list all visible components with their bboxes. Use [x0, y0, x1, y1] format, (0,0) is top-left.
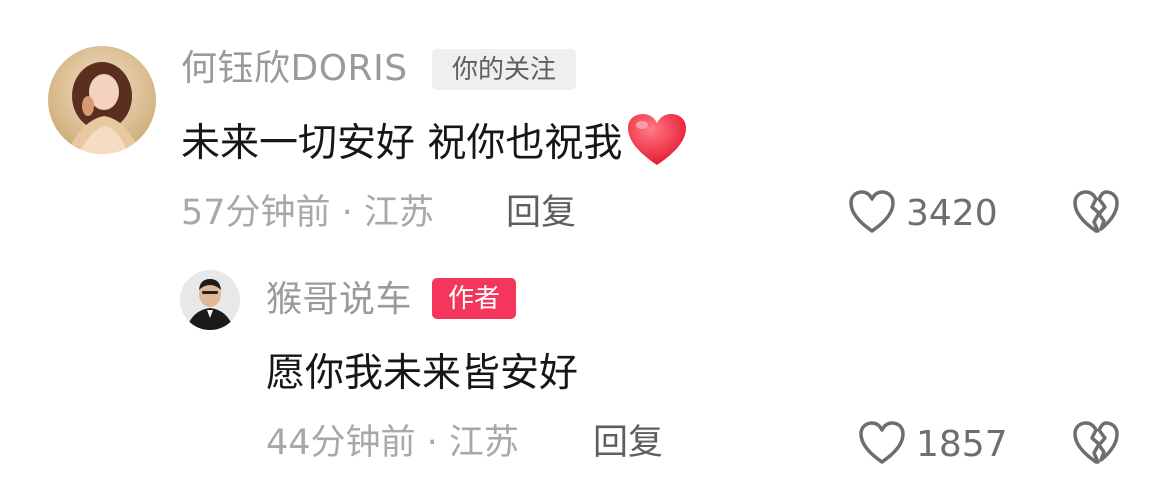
like-count: 1857 [916, 424, 1008, 465]
author-tag: 作者 [432, 278, 516, 319]
timestamp-location: 44分钟前 · 江苏 [266, 423, 519, 463]
red-heart-emoji-icon [626, 113, 688, 174]
like-button[interactable]: 1857 [858, 421, 1008, 469]
reply-button[interactable]: 回复 [506, 196, 576, 231]
heart-outline-icon [848, 190, 896, 238]
dislike-button[interactable] [1072, 190, 1120, 238]
following-tag: 你的关注 [432, 49, 576, 90]
broken-heart-icon [1072, 421, 1120, 469]
timestamp-location: 57分钟前 · 江苏 [181, 193, 434, 233]
comment-text-content: 愿你我未来皆安好 [266, 350, 579, 396]
avatar[interactable] [48, 46, 156, 154]
comment-text: 未来一切安好 祝你也祝我 [181, 113, 688, 168]
like-count: 3420 [906, 193, 998, 234]
avatar[interactable] [180, 270, 240, 330]
dislike-button[interactable] [1072, 421, 1120, 469]
like-button[interactable]: 3420 [848, 190, 998, 238]
username[interactable]: 何钰欣DORIS [181, 51, 408, 87]
reply-button[interactable]: 回复 [593, 426, 663, 461]
username[interactable]: 猴哥说车 [266, 282, 412, 318]
comment-text: 愿你我未来皆安好 [266, 348, 578, 398]
broken-heart-icon [1072, 190, 1120, 238]
comment-text-content: 未来一切安好 祝你也祝我 [181, 120, 623, 166]
heart-outline-icon [858, 421, 906, 469]
